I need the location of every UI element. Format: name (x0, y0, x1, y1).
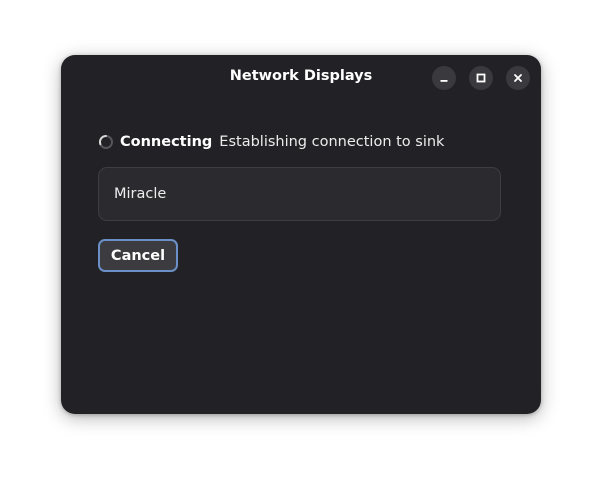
maximize-icon (476, 73, 486, 83)
sink-list-item[interactable]: Miracle (98, 167, 501, 221)
sink-name: Miracle (114, 186, 167, 202)
spinner-icon (98, 134, 113, 149)
connection-status: Connecting Establishing connection to si… (98, 133, 444, 151)
cancel-button[interactable]: Cancel (98, 239, 178, 272)
minimize-button[interactable] (432, 66, 456, 90)
close-button[interactable] (506, 66, 530, 90)
maximize-button[interactable] (469, 66, 493, 90)
network-displays-window: Network Displays Connecting Establishing… (61, 55, 541, 414)
status-description: Establishing connection to sink (219, 134, 445, 150)
status-label: Connecting (120, 134, 213, 150)
titlebar[interactable]: Network Displays (61, 55, 541, 101)
close-icon (514, 74, 522, 82)
minimize-icon (440, 80, 448, 82)
